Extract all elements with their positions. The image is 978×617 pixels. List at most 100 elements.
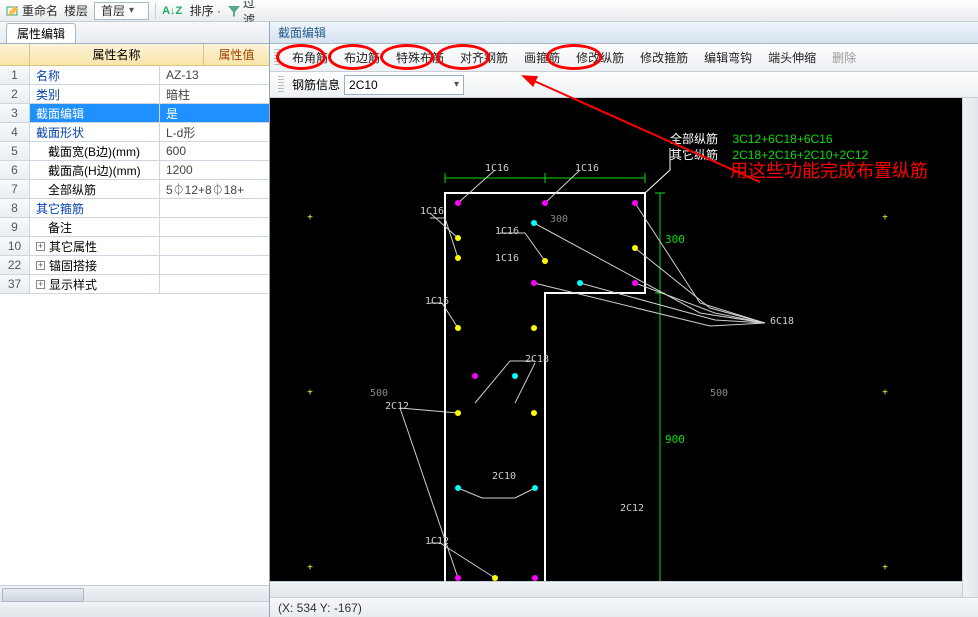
row-name: 截面形状 (30, 123, 160, 141)
row-value[interactable]: 5⏀12+8⏀18+ (160, 180, 269, 198)
floor-dropdown[interactable]: 首层 (94, 2, 149, 20)
rebar-info-combo[interactable]: 2C10 (344, 75, 464, 95)
bar (632, 245, 638, 251)
bar (532, 485, 538, 491)
lbl: 1C16 (495, 253, 519, 264)
lbl: 1C16 (420, 206, 444, 217)
sort-btn[interactable]: A↓Z 排序 · (162, 2, 221, 19)
bar (531, 410, 537, 416)
row-index: 22 (0, 256, 30, 274)
table-row[interactable]: 8其它箍筋 (0, 199, 269, 218)
section-edit-title: 截面编辑 (270, 22, 978, 44)
v-scrollbar[interactable] (962, 98, 978, 597)
btn-huagu[interactable]: 画箍筋 (516, 46, 568, 70)
btn-duantou[interactable]: 端头伸缩 (760, 46, 824, 70)
table-row[interactable]: 7全部纵筋5⏀12+8⏀18+ (0, 180, 269, 199)
rename-icon (6, 4, 20, 18)
bar (542, 200, 548, 206)
col-val-header[interactable]: 属性值 (204, 44, 269, 65)
bar (632, 280, 638, 286)
row-name: +其它属性 (30, 237, 160, 255)
table-row[interactable]: 22+锚固搭接 (0, 256, 269, 275)
tab-property-edit[interactable]: 属性编辑 (6, 23, 76, 43)
grid-cross: + (882, 388, 888, 399)
lbl: 1C16 (495, 226, 519, 237)
btn-bianji-wg[interactable]: 编辑弯钩 (696, 46, 760, 70)
lbl: 1C16 (575, 163, 599, 174)
ruler-500a: 500 (370, 388, 388, 399)
expand-icon[interactable]: + (36, 242, 45, 251)
combo-value: 2C10 (349, 78, 378, 92)
btn-xiugai-zong[interactable]: 修改纵筋 (568, 46, 632, 70)
row-value[interactable]: 1200 (160, 161, 269, 179)
rename-btn[interactable]: 重命名 (6, 2, 58, 19)
annotation-text: 用这些功能完成布置纵筋 (730, 157, 928, 183)
expand-icon[interactable]: + (36, 280, 45, 289)
grid-cross: + (882, 563, 888, 574)
bar (455, 410, 461, 416)
btn-teshu[interactable]: 特殊布筋 (388, 46, 452, 70)
row-name: 备注 (30, 218, 160, 236)
status-bar: (X: 534 Y: -167) (270, 597, 978, 617)
row-index: 4 (0, 123, 30, 141)
section-toolbar: 布角筋 布边筋 特殊布筋 对齐钢筋 画箍筋 修改纵筋 修改箍筋 编辑弯钩 端头伸… (270, 44, 978, 72)
row-value[interactable] (160, 256, 269, 274)
toolbar-grip[interactable] (274, 49, 280, 67)
table-row[interactable]: 9备注 (0, 218, 269, 237)
status-coord: (X: 534 Y: -167) (278, 601, 362, 615)
subbar-grip[interactable] (278, 76, 284, 94)
table-row[interactable]: 10+其它属性 (0, 237, 269, 256)
rename-label: 重命名 (22, 2, 58, 19)
row-value[interactable] (160, 275, 269, 293)
table-row[interactable]: 37+显示样式 (0, 275, 269, 294)
sort-icon: A↓Z (162, 5, 182, 17)
btn-xiugai-gu[interactable]: 修改箍筋 (632, 46, 696, 70)
row-index: 9 (0, 218, 30, 236)
bar (512, 373, 518, 379)
h-scrollbar-right[interactable] (270, 581, 962, 597)
h-scrollbar[interactable] (0, 585, 269, 601)
row-value[interactable] (160, 237, 269, 255)
table-row[interactable]: 1名称AZ-13 (0, 66, 269, 85)
table-row[interactable]: 5截面宽(B边)(mm)600 (0, 142, 269, 161)
bar (455, 485, 461, 491)
table-row[interactable]: 2类别暗柱 (0, 85, 269, 104)
row-name: 截面高(H边)(mm) (30, 161, 160, 179)
rebar-info-label: 钢筋信息 (292, 76, 340, 93)
row-name: 截面编辑 (30, 104, 160, 122)
row-value[interactable] (160, 218, 269, 236)
sort-label: 排序 · (190, 2, 221, 19)
expand-icon[interactable]: + (36, 261, 45, 270)
table-row[interactable]: 3截面编辑是 (0, 104, 269, 123)
btn-shanchu[interactable]: 删除 (824, 46, 864, 70)
row-index: 7 (0, 180, 30, 198)
row-value[interactable]: 是 (160, 104, 269, 122)
btn-duiqi[interactable]: 对齐钢筋 (452, 46, 516, 70)
separator (155, 3, 156, 19)
property-grid[interactable]: 1名称AZ-132类别暗柱3截面编辑是4截面形状L-d形5截面宽(B边)(mm)… (0, 66, 269, 585)
row-index: 8 (0, 199, 30, 217)
col-name-header[interactable]: 属性名称 (30, 44, 204, 65)
row-index: 10 (0, 237, 30, 255)
property-panel: 属性编辑 属性名称 属性值 1名称AZ-132类别暗柱3截面编辑是4截面形状L-… (0, 22, 270, 617)
table-row[interactable]: 6截面高(H边)(mm)1200 (0, 161, 269, 180)
bar (455, 325, 461, 331)
bar (472, 373, 478, 379)
row-name: 截面宽(B边)(mm) (30, 142, 160, 160)
row-value[interactable] (160, 199, 269, 217)
row-name: 全部纵筋 (30, 180, 160, 198)
btn-bujiao[interactable]: 布角筋 (284, 46, 336, 70)
funnel-icon (227, 4, 241, 18)
row-value[interactable]: 暗柱 (160, 85, 269, 103)
btn-bubian[interactable]: 布边筋 (336, 46, 388, 70)
row-index: 37 (0, 275, 30, 293)
row-value[interactable]: L-d形 (160, 123, 269, 141)
grid-cross: + (307, 388, 313, 399)
table-row[interactable]: 4截面形状L-d形 (0, 123, 269, 142)
row-value[interactable]: AZ-13 (160, 66, 269, 84)
bar (531, 280, 537, 286)
grid-cross: + (307, 213, 313, 224)
row-name: 名称 (30, 66, 160, 84)
row-value[interactable]: 600 (160, 142, 269, 160)
lbl: 2C12 (385, 401, 409, 412)
